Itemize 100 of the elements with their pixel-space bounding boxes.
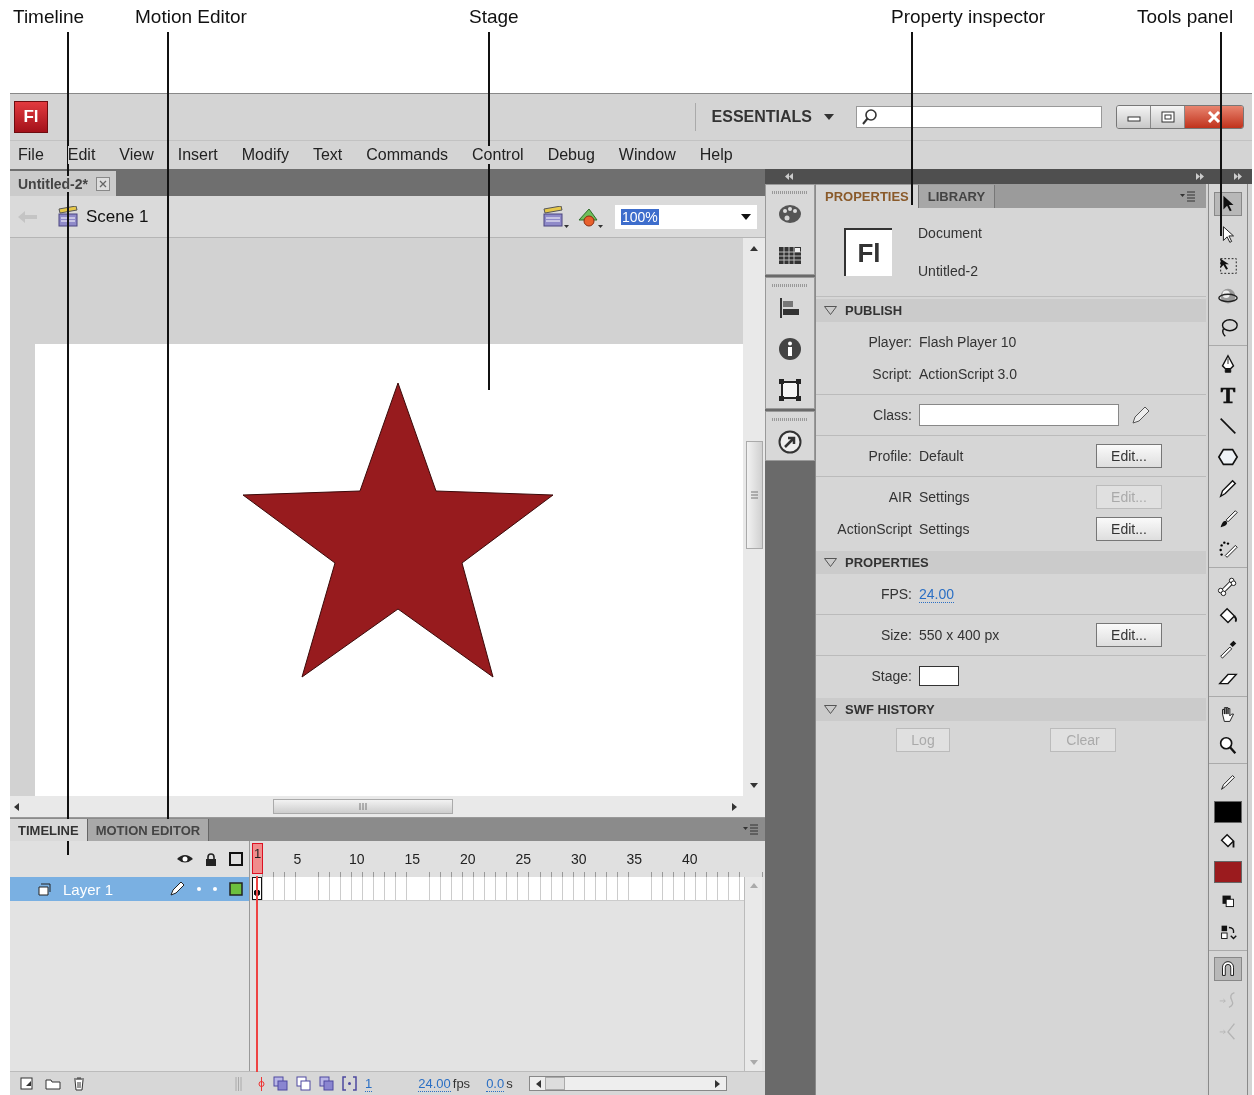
property-value: Settings <box>919 521 970 537</box>
property-value: Flash Player 10 <box>919 334 1017 350</box>
trash-icon[interactable] <box>73 1076 85 1091</box>
grip-icon <box>235 1076 242 1091</box>
align-icon[interactable] <box>778 296 802 320</box>
property-label: Size: <box>879 627 912 643</box>
grip-icon <box>358 803 368 810</box>
clapperboard-icon <box>58 206 78 227</box>
lock-icon[interactable] <box>205 852 217 866</box>
eye-icon[interactable] <box>177 853 193 865</box>
restore-button[interactable] <box>1151 106 1185 128</box>
collapse-icon[interactable] <box>785 173 793 180</box>
class-field[interactable] <box>919 404 1119 426</box>
stage-color-swatch[interactable] <box>919 666 959 686</box>
edit-scene-icon[interactable] <box>543 205 569 228</box>
scroll-right-icon[interactable] <box>732 802 737 811</box>
elapsed-time: 0.0 <box>486 1075 505 1092</box>
onion-markers-icon[interactable] <box>342 1076 357 1091</box>
section-header[interactable]: SWF HISTORY <box>816 698 1206 721</box>
property-label: Class: <box>872 407 912 423</box>
color-swatch[interactable] <box>1214 861 1242 883</box>
frame-number: 5 <box>293 851 302 867</box>
onion-outline-icon[interactable] <box>296 1076 311 1091</box>
edit-button[interactable]: Edit... <box>1096 623 1162 647</box>
grip-icon <box>750 490 758 500</box>
property-label: Profile: <box>867 448 912 464</box>
collapse-triangle-icon <box>824 558 837 567</box>
color-swatch[interactable] <box>1214 801 1242 823</box>
scroll-right-icon[interactable] <box>714 1079 720 1088</box>
scrollbar-thumb[interactable] <box>745 441 763 549</box>
edit-button[interactable]: Edit... <box>1096 444 1162 468</box>
pencil-icon[interactable] <box>1131 405 1151 425</box>
close-icon <box>1207 111 1221 123</box>
app-logo: Fl <box>14 101 48 133</box>
section-header[interactable]: PROPERTIES <box>816 551 1206 574</box>
property-label: Script: <box>871 366 912 382</box>
scrollbar-thumb[interactable] <box>273 799 453 814</box>
center-frame-icon[interactable] <box>258 1076 265 1091</box>
fps-value[interactable]: 24.00 <box>919 585 955 603</box>
document-icon: Fl <box>844 228 892 276</box>
panel-tab[interactable]: PROPERTIES <box>816 185 919 208</box>
edit-button[interactable]: Edit... <box>1096 517 1162 541</box>
frame-number: 20 <box>459 851 476 867</box>
transform-icon[interactable] <box>778 378 802 402</box>
section-title: SWF HISTORY <box>845 702 935 717</box>
edit-multiple-frames-icon[interactable] <box>319 1076 334 1091</box>
scroll-left-icon[interactable] <box>14 802 19 811</box>
panel-tab[interactable]: TIMELINE <box>10 819 88 841</box>
expand-icon[interactable] <box>1196 173 1204 180</box>
current-frame: 1 <box>365 1075 373 1092</box>
scroll-left-icon[interactable] <box>535 1079 541 1088</box>
arrow-circle-icon[interactable] <box>778 430 802 454</box>
property-value: Default <box>919 448 964 464</box>
expand-icon[interactable] <box>1234 173 1242 180</box>
collapse-triangle-icon <box>824 705 837 714</box>
playhead[interactable]: 1 <box>252 843 264 874</box>
scroll-down-icon[interactable] <box>750 783 758 788</box>
horizontal-scrollbar[interactable] <box>10 796 765 818</box>
property-label: ActionScript <box>836 521 912 537</box>
frame-number: 15 <box>404 851 420 867</box>
callout-label: Timeline <box>13 6 85 28</box>
section-header[interactable]: PUBLISH <box>816 299 1206 322</box>
panel-tab[interactable]: MOTION EDITOR <box>87 819 210 841</box>
horizontal-scrollbar[interactable] <box>528 1076 727 1091</box>
layer-icon <box>38 882 51 896</box>
pencil-icon <box>169 881 185 897</box>
property-value: 550 x 400 px <box>919 627 1000 643</box>
close-button[interactable] <box>1185 106 1243 128</box>
callout-label: Tools panel <box>1137 6 1234 28</box>
vertical-scrollbar[interactable] <box>743 238 765 796</box>
property-label: AIR <box>887 489 912 505</box>
scrollbar-thumb[interactable] <box>544 1077 565 1090</box>
onion-skin-icon[interactable] <box>273 1076 288 1091</box>
search-icon <box>861 108 879 126</box>
new-layer-icon[interactable] <box>20 1077 33 1090</box>
panel-tab[interactable]: LIBRARY <box>918 185 996 208</box>
close-icon[interactable] <box>96 176 110 191</box>
dropdown-arrow-icon <box>824 114 834 120</box>
workspace-switcher[interactable]: ESSENTIALS <box>711 108 834 126</box>
magnet-icon[interactable] <box>1214 957 1242 981</box>
frame-rate-unit: fps <box>452 1076 471 1091</box>
folder-icon[interactable] <box>45 1077 61 1090</box>
info-icon[interactable] <box>778 337 802 361</box>
panel-menu-icon[interactable] <box>743 824 759 835</box>
section-title: PROPERTIES <box>845 555 929 570</box>
outline-square-icon[interactable] <box>229 852 243 866</box>
frame-rate[interactable]: 24.00 <box>418 1075 451 1092</box>
property-label: Stage: <box>870 668 912 684</box>
document-type: Document <box>918 225 982 241</box>
scroll-up-icon[interactable] <box>750 246 758 251</box>
document-name: Untitled-2 <box>918 263 979 279</box>
frame-number: 25 <box>515 851 531 867</box>
search-field[interactable] <box>856 106 1102 128</box>
zoom-field[interactable]: 100% <box>615 204 757 229</box>
panel-menu-icon[interactable] <box>1180 190 1196 202</box>
dropdown-arrow-icon <box>741 213 751 220</box>
document-tab[interactable]: Untitled-2* <box>10 171 116 196</box>
section-title: PUBLISH <box>845 303 903 318</box>
minimize-button[interactable] <box>1117 106 1151 128</box>
property-value: Settings <box>919 489 970 505</box>
